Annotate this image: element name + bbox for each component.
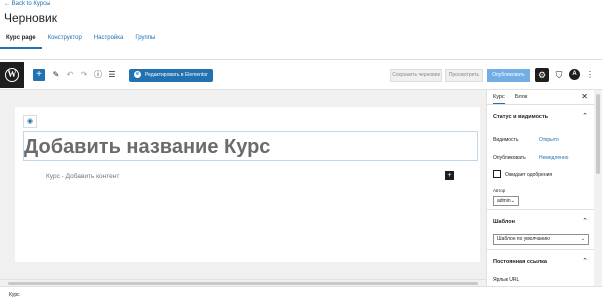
page-title: Черновик — [4, 11, 57, 25]
admin-header: ← Back to Курсы Черновик Курс page Конст… — [0, 0, 602, 60]
info-icon[interactable]: ⓘ — [92, 69, 104, 81]
tab-groups[interactable]: Группы — [129, 30, 161, 49]
chevron-up-icon[interactable]: ⌃ — [582, 257, 588, 265]
editor-canvas: ◉ Добавить название Курс Курс - Добавить… — [15, 107, 480, 262]
editor-toolbar: W + ✎ ↶ ↷ ⓘ ☰ e Редактировать в Elementor… — [0, 62, 602, 90]
pending-review-label: Ожидает одобрения — [505, 172, 553, 178]
edit-pencil-icon[interactable]: ✎ — [50, 69, 62, 81]
back-to-courses-link[interactable]: ← Back to Курсы — [4, 1, 50, 7]
visibility-label: Видимость — [493, 137, 519, 143]
sidebar-tab-block[interactable]: Блок — [515, 94, 527, 100]
admin-tabs: Курс page Конструктор Настройка Группы — [0, 30, 161, 49]
edit-with-elementor-button[interactable]: e Редактировать в Elementor — [129, 69, 213, 82]
template-select[interactable]: Шаблон по умолчанию ⌄ — [493, 234, 589, 245]
tab-settings[interactable]: Настройка — [88, 30, 130, 49]
block-breadcrumb[interactable]: Курс — [9, 292, 20, 298]
author-label: Автор — [493, 188, 506, 193]
wordpress-logo-icon[interactable]: W — [0, 62, 24, 88]
author-select-value: admin — [497, 198, 511, 204]
publish-button[interactable]: Опубликовать — [487, 69, 530, 82]
post-title-placeholder[interactable]: Добавить название Курс — [24, 136, 270, 159]
post-title-block[interactable]: Добавить название Курс — [23, 131, 478, 161]
preview-button[interactable]: Просмотреть — [445, 69, 483, 82]
editor-canvas-area: ◉ Добавить название Курс Курс - Добавить… — [0, 90, 486, 286]
content-placeholder[interactable]: Курс - Добавить контент — [46, 173, 119, 180]
permalink-panel-title[interactable]: Постоянная ссылка — [493, 259, 547, 265]
permalink-panel: Постоянная ссылка ⌃ Ярлык URL — [487, 250, 594, 286]
settings-sidebar: Курс Блок ✕ Статус и видимость ⌃ Видимос… — [486, 90, 594, 286]
chevron-down-icon: ⌄ — [580, 236, 585, 242]
inline-add-block-icon[interactable]: + — [445, 171, 454, 180]
list-view-icon[interactable]: ☰ — [106, 69, 118, 81]
url-slug-label: Ярлык URL — [493, 277, 520, 283]
status-panel-title[interactable]: Статус и видимость — [493, 114, 548, 120]
editor-footer: Курс — [0, 286, 602, 300]
scrollbar-thumb[interactable] — [596, 94, 600, 174]
chevron-up-icon[interactable]: ⌃ — [582, 112, 588, 120]
astra-settings-icon[interactable]: A — [569, 69, 580, 80]
pending-review-checkbox[interactable] — [493, 170, 501, 178]
settings-gear-icon[interactable]: ⚙ — [535, 68, 549, 82]
tab-builder[interactable]: Конструктор — [42, 30, 88, 49]
elementor-button-label: Редактировать в Elementor — [145, 72, 208, 78]
author-select[interactable]: admin ⌄ — [493, 196, 519, 206]
redo-icon[interactable]: ↷ — [78, 69, 90, 81]
status-visibility-panel: Статус и видимость ⌃ Видимость Открыто О… — [487, 105, 594, 210]
template-select-value: Шаблон по умолчанию — [497, 236, 550, 242]
undo-icon[interactable]: ↶ — [64, 69, 76, 81]
chevron-up-icon[interactable]: ⌃ — [582, 217, 588, 225]
chevron-down-icon: ⌄ — [510, 198, 515, 204]
visibility-value-link[interactable]: Открыто — [539, 137, 559, 143]
canvas-horizontal-scrollbar[interactable] — [0, 279, 486, 286]
add-block-button[interactable]: + — [33, 69, 45, 81]
close-icon[interactable]: ✕ — [581, 92, 588, 101]
publish-label: Опубликовать — [493, 155, 526, 161]
sidebar-scrollbar[interactable] — [594, 90, 602, 286]
plugin-tag-icon[interactable]: ⛉ — [553, 69, 565, 81]
sidebar-tabs: Курс Блок ✕ — [487, 90, 594, 105]
sidebar-tab-course[interactable]: Курс — [493, 94, 505, 104]
publish-date-link[interactable]: Немедленно — [539, 155, 568, 161]
template-panel-title[interactable]: Шаблон — [493, 219, 515, 225]
template-panel: Шаблон ⌃ Шаблон по умолчанию ⌄ — [487, 210, 594, 250]
save-draft-button[interactable]: Сохранить черновик — [390, 69, 442, 82]
tab-course-page[interactable]: Курс page — [0, 30, 42, 49]
visibility-eye-icon[interactable]: ◉ — [23, 115, 37, 128]
scrollbar-thumb[interactable] — [8, 282, 478, 285]
more-options-icon[interactable]: ⋮ — [585, 69, 595, 81]
elementor-icon: e — [134, 71, 141, 79]
